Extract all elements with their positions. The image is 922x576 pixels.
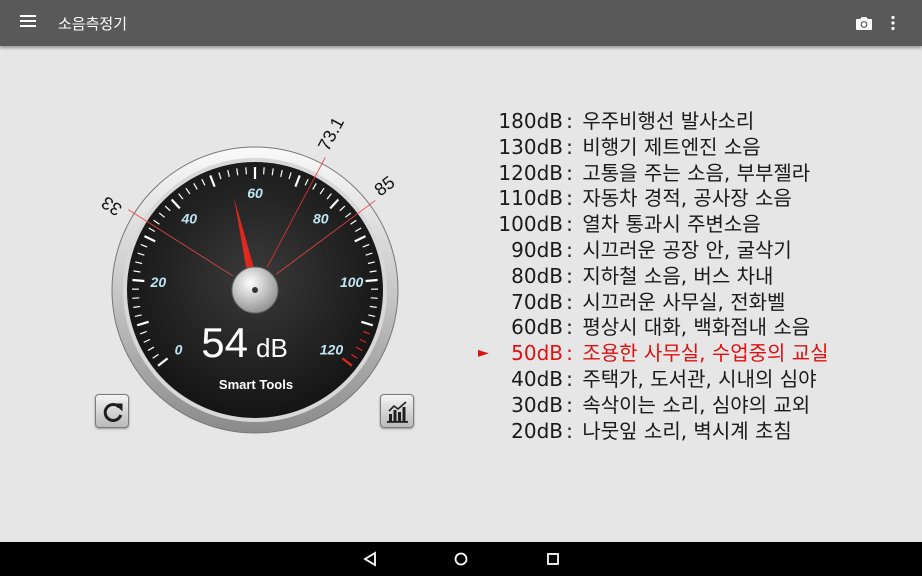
- noise-level-row: 80dB: 지하철 소음, 버스 차내: [470, 264, 910, 290]
- level-separator: :: [566, 392, 573, 417]
- gauge-tick: [245, 167, 247, 175]
- level-description: 지하철 소음, 버스 차내: [576, 263, 774, 288]
- max-marker-label: 85: [371, 172, 399, 200]
- gauge-scale-label: 100: [340, 274, 364, 290]
- level-db: 60dB: [511, 315, 563, 340]
- level-separator: :: [566, 289, 573, 314]
- level-db: 100dB: [498, 212, 563, 237]
- min-marker-label: 33: [98, 192, 126, 220]
- level-description: 속삭이는 소리, 심야의 교외: [576, 392, 811, 417]
- noise-level-row: 70dB: 시끄러운 사무실, 전화벨: [470, 290, 910, 316]
- level-description: 주택가, 도서관, 시내의 심야: [576, 366, 817, 391]
- avg-marker-label: 73.1: [314, 114, 348, 154]
- needle-pivot: [252, 287, 258, 293]
- noise-level-row: 20dB: 나뭇잎 소리, 벽시계 초침: [470, 419, 910, 445]
- level-db: 40dB: [511, 366, 563, 391]
- sound-meter-gauge: 0 20 40 60 80 100 120 33 73.1 85 54 dB Smart Too…: [90, 80, 430, 440]
- level-db: 20dB: [511, 418, 563, 443]
- app-title: 소음측정기: [58, 15, 128, 33]
- gauge-tick: [365, 278, 378, 283]
- gauge-scale-label: 0: [175, 342, 183, 358]
- noise-level-row: 120dB: 고통을 주는 소음, 부부젤라: [470, 161, 910, 187]
- level-db: 30dB: [511, 392, 563, 417]
- level-separator: :: [566, 315, 573, 340]
- level-description: 열차 통과시 주변소음: [576, 212, 761, 237]
- level-db: 80dB: [511, 263, 563, 288]
- gauge-scale-label: 60: [247, 185, 263, 201]
- level-description: 자동차 경적, 공사장 소음: [576, 186, 792, 211]
- level-separator: :: [566, 160, 573, 185]
- refresh-icon: [103, 402, 123, 422]
- back-triangle-icon[interactable]: [362, 551, 378, 567]
- level-db: 90dB: [511, 237, 563, 262]
- level-separator: :: [566, 366, 573, 391]
- level-db: 70dB: [511, 289, 563, 314]
- level-description: 조용한 사무실, 수업중의 교실: [576, 341, 829, 366]
- gauge-scale-label: 20: [150, 274, 167, 290]
- reading-value: 54: [201, 319, 248, 366]
- level-separator: :: [566, 341, 573, 366]
- level-separator: :: [566, 418, 573, 443]
- noise-level-row: 130dB: 비행기 제트엔진 소음: [470, 135, 910, 161]
- app-bar: 소음측정기: [0, 0, 922, 46]
- level-separator: :: [566, 186, 573, 211]
- level-description: 우주비행선 발사소리: [576, 109, 755, 133]
- gauge-scale-label: 120: [320, 342, 344, 358]
- noise-level-list: 180dB: 우주비행선 발사소리 130dB: 비행기 제트엔진 소음 120dB…: [470, 109, 910, 444]
- chart-button[interactable]: [380, 394, 414, 428]
- bar-chart-icon: [387, 401, 408, 423]
- brand-label: Smart Tools: [219, 377, 293, 392]
- noise-level-row: 180dB: 우주비행선 발사소리: [470, 109, 910, 135]
- gauge-scale-label: 80: [313, 211, 329, 227]
- gauge-tick: [132, 278, 145, 283]
- noise-level-row: 90dB: 시끄러운 공장 안, 굴삭기: [470, 238, 910, 264]
- level-separator: :: [566, 134, 573, 159]
- reset-button[interactable]: [95, 394, 129, 428]
- level-db: 130dB: [498, 134, 563, 159]
- level-db: 180dB: [498, 109, 563, 133]
- level-description: 고통을 주는 소음, 부부젤라: [576, 160, 811, 185]
- system-navigation-bar: [0, 542, 922, 576]
- level-separator: :: [566, 109, 573, 133]
- gauge-scale-label: 40: [180, 211, 197, 227]
- recents-square-icon[interactable]: [545, 551, 561, 567]
- noise-level-row: 30dB: 속삭이는 소리, 심야의 교외: [470, 393, 910, 419]
- level-separator: :: [566, 212, 573, 237]
- reading-unit: dB: [256, 333, 288, 363]
- level-db: 120dB: [498, 160, 563, 185]
- noise-level-row: 100dB: 열차 통과시 주변소음: [470, 212, 910, 238]
- gauge-tick: [263, 167, 265, 175]
- current-level-marker: ►: [478, 345, 489, 362]
- noise-level-row: 40dB: 주택가, 도서관, 시내의 심야: [470, 367, 910, 393]
- level-separator: :: [566, 263, 573, 288]
- level-db: 110dB: [498, 186, 563, 211]
- noise-level-row: 110dB: 자동차 경적, 공사장 소음: [470, 186, 910, 212]
- level-separator: :: [566, 237, 573, 262]
- hamburger-menu-icon[interactable]: [20, 15, 36, 29]
- level-description: 시끄러운 사무실, 전화벨: [576, 289, 786, 314]
- camera-icon[interactable]: [855, 15, 873, 31]
- level-description: 평상시 대화, 백화점내 소음: [576, 315, 811, 340]
- home-circle-icon[interactable]: [453, 551, 469, 567]
- level-description: 비행기 제트엔진 소음: [576, 134, 761, 159]
- noise-level-row: ► 50dB: 조용한 사무실, 수업중의 교실: [470, 341, 910, 367]
- level-description: 나뭇잎 소리, 벽시계 초침: [576, 418, 792, 443]
- overflow-menu-icon[interactable]: [890, 15, 896, 31]
- level-description: 시끄러운 공장 안, 굴삭기: [576, 237, 792, 262]
- gauge-dial: 0 20 40 60 80 100 120 33 73.1 85 54 dB Smart Too…: [98, 114, 399, 434]
- noise-level-row: 60dB: 평상시 대화, 백화점내 소음: [470, 315, 910, 341]
